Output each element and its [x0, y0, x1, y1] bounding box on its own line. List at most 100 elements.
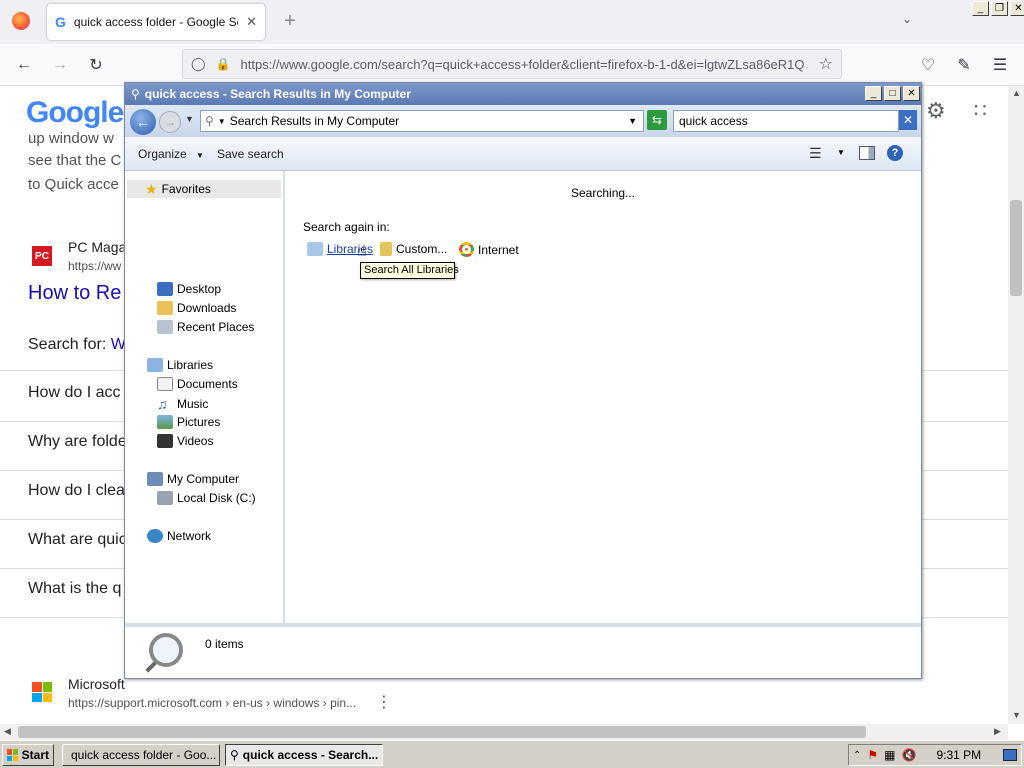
- show-desktop-icon[interactable]: [1003, 749, 1017, 761]
- firefox-logo-icon[interactable]: [12, 12, 30, 30]
- nav-music[interactable]: ♫ Music: [157, 396, 208, 412]
- nav-videos[interactable]: Videos: [157, 434, 213, 448]
- preview-pane-icon[interactable]: [859, 146, 875, 160]
- question-item[interactable]: What are quic: [28, 531, 127, 549]
- forward-button[interactable]: →: [159, 111, 181, 133]
- nav-downloads[interactable]: Downloads: [157, 301, 236, 315]
- volume-muted-icon[interactable]: 🔇: [902, 748, 917, 762]
- pcmag-favicon-icon: PC: [32, 246, 52, 266]
- google-apps-icon[interactable]: ∷: [974, 98, 987, 123]
- results-pane: Searching... Search again in: Libraries …: [287, 171, 921, 623]
- vertical-scrollbar[interactable]: ▲ ▼: [1008, 86, 1024, 724]
- nav-recent-places[interactable]: Recent Places: [157, 320, 254, 334]
- window-title-bar[interactable]: ⚲ quick access - Search Results in My Co…: [125, 83, 921, 105]
- browser-tab-google-search[interactable]: G quick access folder - Google Search ✕: [47, 4, 265, 40]
- search-box[interactable]: quick access: [673, 110, 899, 132]
- question-item[interactable]: Why are folde: [28, 433, 127, 451]
- scroll-right-icon[interactable]: ▶: [994, 726, 1001, 737]
- nav-documents[interactable]: Documents: [157, 377, 238, 391]
- forward-arrow-icon[interactable]: →: [46, 51, 74, 79]
- scrollbar-thumb[interactable]: [1010, 200, 1022, 296]
- organize-button[interactable]: Organize ▼: [138, 147, 204, 161]
- refresh-button[interactable]: ⇆: [647, 110, 667, 130]
- back-arrow-icon[interactable]: ←: [10, 51, 38, 79]
- save-search-button[interactable]: Save search: [217, 147, 284, 161]
- question-item[interactable]: What is the q: [28, 580, 121, 598]
- clock[interactable]: 9:31 PM: [936, 748, 981, 762]
- question-item[interactable]: How do I clea: [28, 482, 125, 500]
- list-all-tabs-icon[interactable]: ⌄: [902, 12, 912, 26]
- nav-favorites[interactable]: ★ Favorites: [127, 180, 281, 198]
- result-url[interactable]: https://support.microsoft.com › en-us › …: [68, 696, 356, 710]
- hard-drive-icon: [157, 491, 173, 505]
- address-field[interactable]: ⚲ ▼ Search Results in My Computer ▼: [200, 110, 644, 132]
- search-again-internet-link[interactable]: Internet: [459, 242, 519, 257]
- close-tab-icon[interactable]: ✕: [246, 14, 257, 30]
- explorer-search-window: ⚲ quick access - Search Results in My Co…: [124, 82, 922, 679]
- snippet-line: see that the C: [28, 152, 122, 169]
- recent-pages-chevron-icon[interactable]: ▼: [185, 114, 194, 124]
- network-status-icon[interactable]: ▦: [884, 748, 895, 762]
- question-item[interactable]: How do I acc: [28, 384, 120, 402]
- url-bar[interactable]: ◯ 🔒 https://www.google.com/search?q=quic…: [182, 49, 842, 79]
- nav-desktop[interactable]: Desktop: [157, 282, 221, 296]
- scroll-left-icon[interactable]: ◀: [4, 726, 11, 737]
- pocket-icon[interactable]: ♡: [914, 51, 942, 79]
- nav-local-disk[interactable]: Local Disk (C:): [157, 491, 256, 505]
- maximize-button[interactable]: □: [884, 86, 901, 101]
- libraries-icon: [307, 242, 323, 256]
- restore-window-button[interactable]: ❐: [991, 1, 1008, 16]
- close-window-button[interactable]: ✕: [1010, 1, 1024, 16]
- scroll-up-icon[interactable]: ▲: [1012, 88, 1021, 98]
- reload-icon[interactable]: ↻: [82, 51, 110, 79]
- action-center-flag-icon[interactable]: ⚑: [867, 748, 878, 762]
- result-title-link[interactable]: How to Re: [28, 282, 121, 305]
- window-controls: _ □ ✕: [865, 86, 920, 101]
- start-button[interactable]: Start: [2, 744, 54, 766]
- breadcrumb-chevron-icon[interactable]: ▼: [218, 117, 226, 126]
- videos-film-icon: [157, 434, 173, 448]
- bookmark-star-icon[interactable]: ☆: [819, 54, 833, 74]
- more-options-icon[interactable]: ⋮: [376, 692, 392, 712]
- windows-logo-icon: [7, 749, 18, 761]
- settings-gear-icon[interactable]: ⚙: [926, 98, 946, 124]
- search-again-custom-link[interactable]: Custom...: [380, 242, 447, 256]
- clear-search-button[interactable]: ✕: [899, 110, 917, 130]
- scrollbar-thumb[interactable]: [18, 726, 866, 738]
- search-for-row: Search for: W: [28, 336, 126, 354]
- menu-hamburger-icon[interactable]: ☰: [986, 51, 1014, 79]
- details-pane: 0 items: [125, 623, 921, 678]
- change-view-icon[interactable]: ☰: [809, 145, 822, 162]
- url-text[interactable]: https://www.google.com/search?q=quick+ac…: [241, 57, 809, 72]
- extensions-icon[interactable]: ✎: [950, 51, 978, 79]
- search-for-label: Search for:: [28, 336, 107, 353]
- nav-my-computer[interactable]: My Computer: [147, 472, 239, 486]
- horizontal-scrollbar[interactable]: ◀ ▶: [0, 724, 1008, 740]
- show-hidden-icons-icon[interactable]: ⌃: [853, 750, 861, 761]
- shield-icon[interactable]: ◯: [191, 56, 206, 72]
- documents-icon: [157, 377, 173, 391]
- minimize-window-button[interactable]: _: [972, 1, 989, 16]
- nav-pictures[interactable]: Pictures: [157, 415, 220, 429]
- search-magnifier-icon: ⚲: [230, 748, 239, 762]
- lock-icon[interactable]: 🔒: [216, 57, 231, 71]
- tooltip: Search All Libraries: [360, 262, 459, 279]
- close-button[interactable]: ✕: [903, 86, 920, 101]
- google-logo[interactable]: Google: [26, 96, 124, 130]
- window-controls: _ ❐ ✕: [972, 1, 1024, 16]
- nav-libraries[interactable]: Libraries: [147, 358, 213, 372]
- taskbar-item-firefox[interactable]: quick access folder - Goo...: [62, 744, 220, 766]
- address-text[interactable]: Search Results in My Computer: [230, 114, 624, 128]
- back-button[interactable]: ←: [130, 109, 156, 135]
- help-icon[interactable]: ?: [887, 145, 903, 161]
- view-options-chevron-icon[interactable]: ▼: [837, 148, 845, 157]
- address-dropdown-icon[interactable]: ▼: [628, 116, 643, 126]
- search-box-value[interactable]: quick access: [679, 114, 748, 128]
- scroll-down-icon[interactable]: ▼: [1012, 710, 1021, 720]
- new-tab-button[interactable]: +: [280, 10, 300, 32]
- computer-icon: [147, 472, 163, 486]
- taskbar-item-explorer[interactable]: ⚲ quick access - Search...: [225, 744, 383, 766]
- nav-network[interactable]: Network: [147, 529, 211, 543]
- minimize-button[interactable]: _: [865, 86, 882, 101]
- result-site-name: Microsoft: [68, 676, 125, 692]
